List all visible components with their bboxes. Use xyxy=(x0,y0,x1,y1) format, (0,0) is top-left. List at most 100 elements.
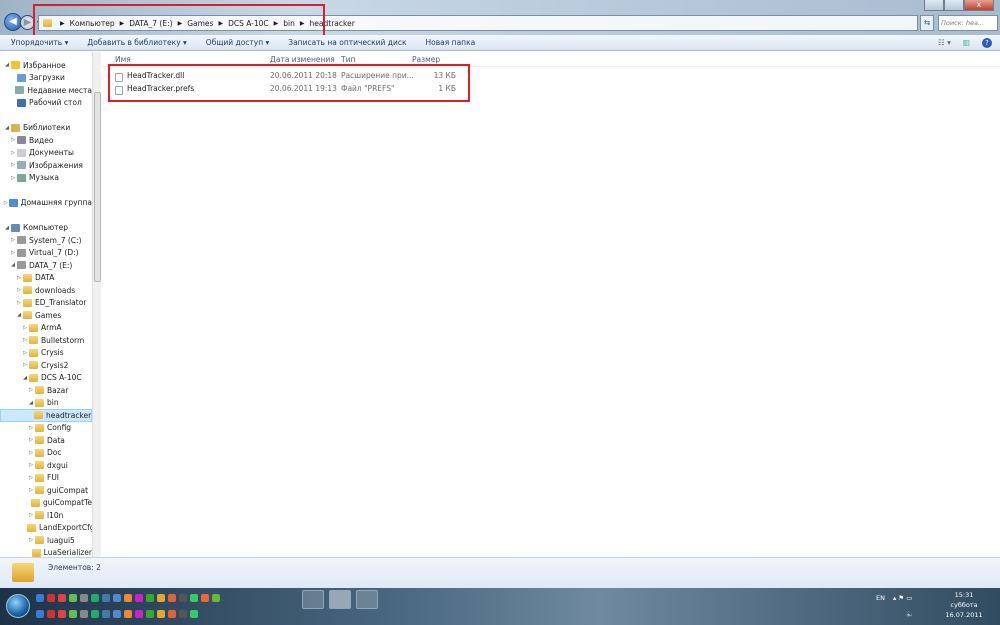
nav-item[interactable]: ▷ Видео xyxy=(0,134,92,147)
collapsed-arrow-icon[interactable]: ▷ xyxy=(9,137,17,143)
collapsed-arrow-icon[interactable]: ▷ xyxy=(15,300,23,306)
volume-icon[interactable]: 🔈 xyxy=(906,610,914,618)
quick-launch-icon[interactable] xyxy=(113,610,121,618)
tray-expand-icon[interactable]: ▴ ⚑ ▭ xyxy=(893,594,912,602)
collapsed-arrow-icon[interactable]: ▷ xyxy=(27,487,35,493)
expanded-arrow-icon[interactable]: ◢ xyxy=(3,125,11,131)
quick-launch-icon[interactable] xyxy=(168,594,176,602)
collapsed-arrow-icon[interactable]: ▷ xyxy=(21,362,29,368)
nav-item[interactable]: ▷ ArmA xyxy=(0,322,92,335)
quick-launch-icon[interactable] xyxy=(146,610,154,618)
quick-launch-icon[interactable] xyxy=(91,594,99,602)
quick-launch-icon[interactable] xyxy=(36,610,44,618)
collapsed-arrow-icon[interactable]: ▷ xyxy=(9,237,17,243)
collapsed-arrow-icon[interactable]: ▷ xyxy=(27,387,35,393)
quick-launch-icon[interactable] xyxy=(190,594,198,602)
quick-launch-icon[interactable] xyxy=(124,594,132,602)
collapsed-arrow-icon[interactable]: ▷ xyxy=(3,200,9,206)
quick-launch-icon[interactable] xyxy=(157,610,165,618)
collapsed-arrow-icon[interactable]: ▷ xyxy=(9,250,17,256)
nav-item[interactable]: Недавние места xyxy=(0,84,92,97)
nav-item[interactable]: ▷ Bulletstorm xyxy=(0,334,92,347)
quick-launch-icon[interactable] xyxy=(80,610,88,618)
nav-item[interactable]: ▷ DATA xyxy=(0,272,92,285)
collapsed-arrow-icon[interactable]: ▷ xyxy=(27,475,35,481)
nav-item[interactable]: ▷ guiCompat xyxy=(0,484,92,497)
expanded-arrow-icon[interactable]: ◢ xyxy=(3,62,11,68)
collapsed-arrow-icon[interactable]: ▷ xyxy=(27,425,35,431)
taskbar-app[interactable] xyxy=(356,590,378,609)
quick-launch-icon[interactable] xyxy=(91,610,99,618)
quick-launch-icon[interactable] xyxy=(69,610,77,618)
search-input[interactable]: Поиск: hea... xyxy=(938,15,998,31)
collapsed-arrow-icon[interactable]: ▷ xyxy=(27,450,35,456)
burn-button[interactable]: Записать на оптический диск xyxy=(288,38,406,47)
collapsed-arrow-icon[interactable]: ▷ xyxy=(15,287,23,293)
preview-pane-icon[interactable]: ▥ xyxy=(963,38,970,48)
maximize-button[interactable] xyxy=(944,0,964,11)
quick-launch-icon[interactable] xyxy=(179,594,187,602)
nav-item[interactable]: ▷ Домашняя группа xyxy=(0,197,92,210)
nav-item[interactable]: headtracker xyxy=(0,409,92,422)
collapsed-arrow-icon[interactable]: ▷ xyxy=(27,537,35,543)
quick-launch-icon[interactable] xyxy=(102,610,110,618)
taskbar-firefox[interactable] xyxy=(302,590,324,609)
collapsed-arrow-icon[interactable]: ▷ xyxy=(21,337,29,343)
minimize-button[interactable] xyxy=(924,0,944,11)
quick-launch-icon[interactable] xyxy=(124,610,132,618)
nav-item[interactable]: Загрузки xyxy=(0,72,92,85)
quick-launch-icon[interactable] xyxy=(157,594,165,602)
quick-launch-icon[interactable] xyxy=(47,594,55,602)
expanded-arrow-icon[interactable]: ◢ xyxy=(21,375,29,381)
nav-item[interactable]: ▷ System_7 (C:) xyxy=(0,234,92,247)
nav-item[interactable]: LandExportCfg xyxy=(0,522,94,535)
quick-launch-icon[interactable] xyxy=(58,594,66,602)
nav-item[interactable]: ▷ Config xyxy=(0,422,92,435)
expanded-arrow-icon[interactable]: ◢ xyxy=(27,400,35,406)
nav-item[interactable]: ◢ DCS A-10C xyxy=(0,372,92,385)
column-date[interactable]: Дата изменения xyxy=(270,55,335,64)
nav-item[interactable]: ▷ Data xyxy=(0,434,92,447)
nav-item[interactable]: Рабочий стол xyxy=(0,97,92,110)
nav-item[interactable]: ▷ Crysis xyxy=(0,347,92,360)
add-to-library-button[interactable]: Добавить в библиотеку ▾ xyxy=(87,38,186,47)
quick-launch-icon[interactable] xyxy=(179,610,187,618)
nav-item[interactable]: ◢ Библиотеки xyxy=(0,122,92,135)
refresh-button[interactable]: ⇆ xyxy=(920,15,934,31)
nav-item[interactable]: ▷ Bazar xyxy=(0,384,92,397)
nav-item[interactable]: ▷ dxgui xyxy=(0,459,92,472)
collapsed-arrow-icon[interactable]: ▷ xyxy=(27,462,35,468)
nav-item[interactable]: ▷ Doc xyxy=(0,447,92,460)
help-icon[interactable]: ? xyxy=(982,38,992,48)
nav-item[interactable]: ◢ DATA_7 (E:) xyxy=(0,259,92,272)
quick-launch-icon[interactable] xyxy=(146,594,154,602)
nav-item[interactable]: ▷ FUI xyxy=(0,472,92,485)
column-type[interactable]: Тип xyxy=(341,55,355,64)
nav-item[interactable]: ▷ luagui5 xyxy=(0,534,92,547)
expanded-arrow-icon[interactable]: ◢ xyxy=(3,225,11,231)
share-button[interactable]: Общий доступ ▾ xyxy=(206,38,269,47)
start-button[interactable] xyxy=(6,594,30,618)
language-indicator[interactable]: EN xyxy=(876,594,885,602)
quick-launch-icon[interactable] xyxy=(135,594,143,602)
quick-launch-icon[interactable] xyxy=(135,610,143,618)
organize-button[interactable]: Упорядочить ▾ xyxy=(11,38,68,47)
quick-launch-icon[interactable] xyxy=(190,610,198,618)
nav-item[interactable]: guiCompatTe xyxy=(0,497,92,510)
quick-launch-icon[interactable] xyxy=(212,594,220,602)
nav-item[interactable]: ▷ Изображения xyxy=(0,159,92,172)
quick-launch-icon[interactable] xyxy=(47,610,55,618)
nav-item[interactable]: ▷ Документы xyxy=(0,147,92,160)
nav-item[interactable]: ▷ Virtual_7 (D:) xyxy=(0,247,92,260)
collapsed-arrow-icon[interactable]: ▷ xyxy=(27,512,35,518)
nav-item[interactable]: ▷ l10n xyxy=(0,509,92,522)
collapsed-arrow-icon[interactable]: ▷ xyxy=(21,325,29,331)
navigation-scrollbar[interactable] xyxy=(92,52,101,557)
quick-launch-icon[interactable] xyxy=(36,594,44,602)
nav-item[interactable]: ▷ downloads xyxy=(0,284,92,297)
clock[interactable]: 15:31 суббота 16.07.2011 xyxy=(942,590,986,620)
quick-launch-icon[interactable] xyxy=(168,610,176,618)
nav-item[interactable]: LuaSerializer xyxy=(0,547,92,557)
nav-item[interactable]: ▷ Музыка xyxy=(0,172,92,185)
view-options-icon[interactable]: ☷ ▾ xyxy=(938,38,951,48)
